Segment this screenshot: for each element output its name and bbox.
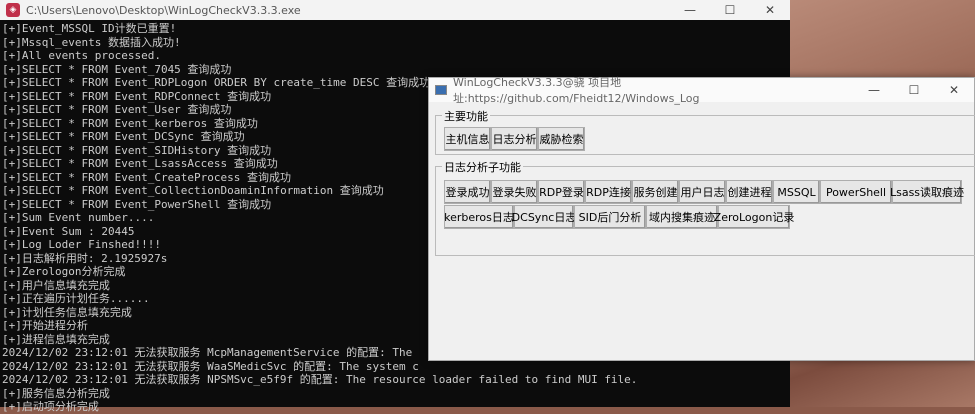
minimize-button[interactable]: —	[854, 83, 894, 97]
maximize-button[interactable]: ☐	[894, 83, 934, 97]
button-sub_row2-3[interactable]: 域内搜集痕迹	[646, 205, 718, 229]
button-sub_row1-8[interactable]: PowerShell	[820, 180, 892, 204]
button-sub_row1-6[interactable]: 创建进程	[726, 180, 773, 204]
group-label: 主要功能	[442, 108, 490, 124]
main-functions-group: 主要功能 主机信息 日志分析 威胁检索	[435, 108, 975, 155]
button-sub_row2-1[interactable]: DCSync日志	[512, 205, 576, 229]
log-analysis-subfunctions-group: 日志分析子功能 登录成功 登录失败 RDP登录 RDP连接 服务创建 用户日志 创建进程 MS…	[435, 159, 975, 256]
button-sub_row1-0[interactable]: 登录成功	[444, 180, 491, 204]
button-sub_row2-4[interactable]: ZeroLogon记录	[714, 205, 794, 229]
app-icon	[435, 85, 447, 95]
button-sub_row1-9[interactable]: Lsass读取痕迹	[890, 180, 964, 204]
console-line: [+]服务信息分析完成	[2, 386, 110, 400]
console-line: 2024/12/02 23:12:01 无法获取服务 NPSMSvc_e5f9f…	[2, 373, 638, 386]
console-titlebar: ◈ C:\Users\Lenovo\Desktop\WinLogCheckV3.…	[0, 0, 790, 20]
button-sub_row2-0[interactable]: kerberos日志	[444, 205, 514, 229]
close-button[interactable]: ✕	[750, 3, 790, 17]
console-line: 2024/12/02 23:12:01 无法获取服务 WaaSMedicSvc …	[2, 359, 419, 373]
winlogcheck-dialog: WinLogCheckV3.3.3@骁 项目地址:https://github.…	[428, 76, 975, 361]
console-title: C:\Users\Lenovo\Desktop\WinLogCheckV3.3.…	[26, 3, 301, 17]
dialog-title: WinLogCheckV3.3.3@骁 项目地址:https://github.…	[453, 76, 700, 105]
button-sub_row1-4[interactable]: 服务创建	[632, 180, 679, 204]
button-main_buttons-1[interactable]: 日志分析	[491, 127, 538, 151]
button-main_buttons-0[interactable]: 主机信息	[444, 127, 491, 151]
app-icon: ◈	[6, 3, 20, 17]
maximize-button[interactable]: ☐	[710, 3, 750, 17]
button-sub_row1-2[interactable]: RDP登录	[538, 180, 585, 204]
console-line: [+]Mssql_events 数据插入成功!	[2, 35, 181, 49]
dialog-titlebar: WinLogCheckV3.3.3@骁 项目地址:https://github.…	[429, 76, 974, 105]
button-sub_row1-1[interactable]: 登录失败	[491, 180, 538, 204]
console-line: [+]All events processed.	[2, 49, 161, 62]
close-button[interactable]: ✕	[934, 83, 974, 97]
group-label: 日志分析子功能	[442, 159, 523, 175]
console-line: [+]Event_MSSQL ID计数已重置!	[2, 22, 177, 35]
button-sub_row2-2[interactable]: SID后门分析	[574, 205, 646, 229]
button-sub_row1-7[interactable]: MSSQL	[773, 180, 820, 204]
button-sub_row1-5[interactable]: 用户日志	[679, 180, 726, 204]
button-main_buttons-2[interactable]: 威胁检索	[538, 127, 585, 151]
button-sub_row1-3[interactable]: RDP连接	[585, 180, 632, 204]
minimize-button[interactable]: —	[670, 3, 710, 17]
